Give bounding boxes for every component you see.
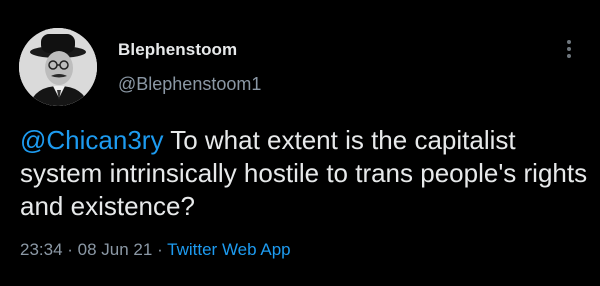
display-name[interactable]: Blephenstoom <box>118 40 237 60</box>
profile-photo <box>19 28 97 106</box>
meta-separator: · <box>62 240 78 259</box>
avatar[interactable] <box>19 28 97 106</box>
tweet-metadata: 23:34 · 08 Jun 21 · Twitter Web App <box>20 240 291 260</box>
user-handle[interactable]: @Blephenstoom1 <box>118 74 261 95</box>
meta-separator: · <box>152 240 168 259</box>
tweet-card: Blephenstoom @Blephenstoom1 @Chican3ry T… <box>0 0 600 286</box>
tweet-text: @Chican3ry To what extent is the capital… <box>20 124 590 223</box>
mention-link[interactable]: @Chican3ry <box>20 125 163 155</box>
more-vertical-icon[interactable] <box>561 36 577 62</box>
tweet-time[interactable]: 23:34 <box>20 240 63 259</box>
tweet-source-link[interactable]: Twitter Web App <box>167 240 290 259</box>
tweet-date[interactable]: 08 Jun 21 <box>78 240 153 259</box>
